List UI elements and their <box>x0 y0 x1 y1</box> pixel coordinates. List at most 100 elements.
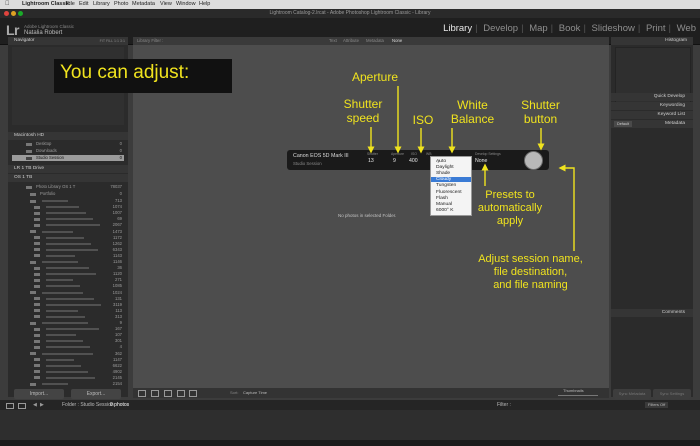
filter-tab-metadata[interactable]: Metadata <box>366 37 384 45</box>
folder-row[interactable]: 6343 <box>12 247 124 253</box>
folder-row[interactable]: 69 <box>12 216 124 222</box>
module-book[interactable]: Book <box>559 23 581 34</box>
menu-library[interactable]: Library <box>93 0 110 9</box>
folder-row-selected[interactable]: Studio Session 0 <box>12 155 124 161</box>
session-name[interactable]: Studio Session <box>293 161 322 166</box>
folder-row[interactable]: 4 <box>12 344 124 350</box>
volume-os-drive[interactable]: OS 1 TB <box>8 174 128 182</box>
module-develop[interactable]: Develop <box>483 23 518 34</box>
module-web[interactable]: Web <box>677 23 696 34</box>
wb-option[interactable]: Manual <box>431 202 471 207</box>
folder-row[interactable]: 3119 <box>12 302 124 308</box>
module-slideshow[interactable]: Slideshow <box>592 23 635 34</box>
folder-row[interactable]: Portfolio 0 <box>12 191 124 197</box>
folder-row[interactable]: 301 <box>12 338 124 344</box>
shutter-button[interactable] <box>524 151 543 170</box>
develop-settings-value[interactable]: None <box>475 158 487 164</box>
folder-row[interactable]: 1146 <box>12 259 124 265</box>
histogram-header[interactable]: Histogram <box>611 37 693 45</box>
survey-view-icon[interactable] <box>177 390 185 397</box>
wb-option[interactable]: Tungsten <box>431 183 471 188</box>
folder-row[interactable]: Downloads 0 <box>12 148 124 154</box>
filter-tab-attribute[interactable]: Attribute <box>343 37 359 45</box>
minimize-window-icon[interactable] <box>11 11 16 16</box>
secondary-window-icon[interactable] <box>18 403 26 409</box>
folder-row[interactable]: 167 <box>12 326 124 332</box>
apple-icon[interactable]:  <box>5 0 10 9</box>
folder-row[interactable]: 4902 <box>12 369 124 375</box>
menu-view[interactable]: View <box>160 0 172 9</box>
wb-option[interactable]: Flash <box>431 196 471 201</box>
folder-row[interactable]: 313 <box>12 314 124 320</box>
folder-row[interactable]: 9 <box>12 320 124 326</box>
aperture-value[interactable]: 9 <box>393 158 396 164</box>
close-window-icon[interactable] <box>4 11 9 16</box>
compare-view-icon[interactable] <box>164 390 172 397</box>
folder-row[interactable]: 1172 <box>12 235 124 241</box>
zoom-window-icon[interactable] <box>18 11 23 16</box>
menu-file[interactable]: File <box>66 0 75 9</box>
folder-row[interactable]: 2145 <box>12 375 124 381</box>
folder-row[interactable]: 36 <box>12 265 124 271</box>
filter-tab-none[interactable]: None <box>392 37 402 45</box>
folder-row[interactable]: 1147 <box>12 357 124 363</box>
iso-value[interactable]: 400 <box>409 158 418 164</box>
filter-preset-select[interactable]: Filters Off <box>645 402 669 408</box>
folder-row[interactable]: 1473 <box>12 229 124 235</box>
folder-row[interactable]: 6622 <box>12 363 124 369</box>
wb-option[interactable]: Fluorescent <box>431 190 471 195</box>
thumbnail-size-slider[interactable] <box>558 395 598 396</box>
folder-row[interactable]: 113 <box>12 308 124 314</box>
shutter-speed-value[interactable]: 13 <box>368 158 374 164</box>
export-button[interactable]: Export... <box>71 389 121 399</box>
folder-row[interactable]: 1120 <box>12 271 124 277</box>
sync-settings-button[interactable]: Sync Settings <box>653 389 691 399</box>
module-library[interactable]: Library <box>443 23 472 34</box>
metadata-header[interactable]: Default Metadata <box>611 120 693 128</box>
keywording-header[interactable]: Keywording <box>611 102 693 110</box>
back-arrow-icon[interactable]: ◀ <box>33 400 37 410</box>
folder-row[interactable]: Photo Library OS 1 T 78037 <box>12 184 124 190</box>
folder-row[interactable]: 1143 <box>12 253 124 259</box>
folder-row[interactable]: 1085 <box>12 283 124 289</box>
filter-tab-text[interactable]: Text <box>329 37 337 45</box>
keyword-list-header[interactable]: Keyword List <box>611 111 693 119</box>
folder-row[interactable]: 271 <box>12 277 124 283</box>
folder-row[interactable]: 1074 <box>12 204 124 210</box>
sort-select[interactable]: Capture Time <box>243 388 267 398</box>
folder-row[interactable]: 1007 <box>12 210 124 216</box>
module-map[interactable]: Map <box>529 23 547 34</box>
grid-view-icon[interactable] <box>138 390 146 397</box>
people-view-icon[interactable] <box>189 390 197 397</box>
camera-name[interactable]: Canon EOS 5D Mark III <box>293 153 349 159</box>
primary-window-icon[interactable] <box>6 403 14 409</box>
volume-macintosh-hd[interactable]: Macintosh HD <box>8 132 128 140</box>
volume-lr-drive[interactable]: LR 1 TB Drive <box>8 165 128 173</box>
folder-row[interactable]: 362 <box>12 351 124 357</box>
wb-option[interactable]: Daylight <box>431 165 471 170</box>
folder-row[interactable]: 1024 <box>12 290 124 296</box>
folder-row[interactable]: 2154 <box>12 381 124 387</box>
folder-row[interactable]: 107 <box>12 332 124 338</box>
folder-row[interactable]: 1262 <box>12 241 124 247</box>
folder-row[interactable]: 713 <box>12 198 124 204</box>
forward-arrow-icon[interactable]: ▶ <box>40 400 44 410</box>
menu-help[interactable]: Help <box>199 0 210 9</box>
import-button[interactable]: Import... <box>14 389 64 399</box>
module-print[interactable]: Print <box>646 23 666 34</box>
folder-row[interactable]: Desktop 0 <box>12 141 124 147</box>
folder-row[interactable]: 131 <box>12 296 124 302</box>
menu-app-name[interactable]: Lightroom Classic <box>22 0 70 9</box>
wb-option[interactable]: Shade <box>431 171 471 176</box>
wb-option[interactable]: 6000° K <box>431 208 471 213</box>
menu-photo[interactable]: Photo <box>114 0 128 9</box>
navigator-zoom-options[interactable]: FIT FILL 1:1 3:1 <box>100 37 125 45</box>
sync-metadata-button[interactable]: Sync Metadata <box>613 389 651 399</box>
comments-header[interactable]: Comments <box>611 309 693 317</box>
filmstrip[interactable] <box>0 410 700 440</box>
white-balance-menu[interactable]: ✓ Auto Daylight Shade Cloudy Tungsten Fluoresc… <box>430 156 472 216</box>
navigator-header[interactable]: Navigator FIT FILL 1:1 3:1 <box>8 37 128 45</box>
quick-develop-header[interactable]: Quick Develop <box>611 93 693 101</box>
menu-metadata[interactable]: Metadata <box>132 0 155 9</box>
menu-edit[interactable]: Edit <box>79 0 88 9</box>
